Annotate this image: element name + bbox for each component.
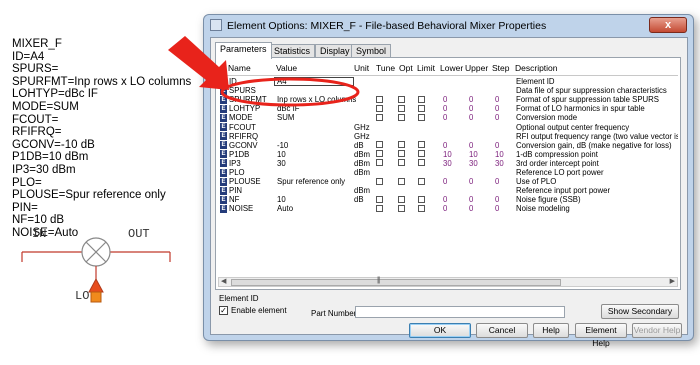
annotation-overlay bbox=[168, 36, 360, 107]
highlight-ellipse bbox=[220, 77, 360, 107]
tab-parameters[interactable]: Parameters bbox=[215, 42, 272, 59]
